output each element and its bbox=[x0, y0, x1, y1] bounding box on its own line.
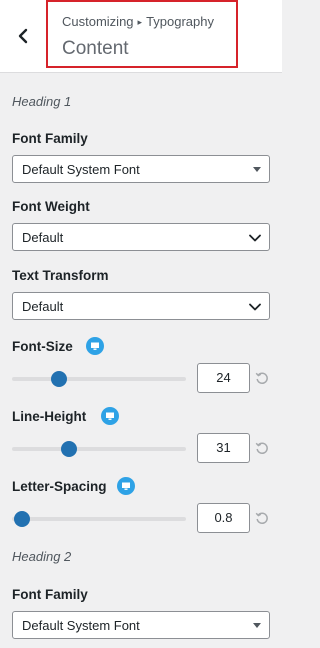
reset-icon[interactable] bbox=[254, 440, 270, 456]
h2-font-family-select[interactable]: Default System Font bbox=[12, 611, 270, 639]
breadcrumb-separator: ▸ bbox=[137, 17, 143, 27]
slider-thumb[interactable] bbox=[50, 371, 67, 387]
desktop-icon[interactable] bbox=[117, 477, 135, 495]
h1-letter-spacing-label: Letter-Spacing bbox=[12, 479, 107, 494]
dropdown-arrow-icon bbox=[253, 167, 261, 172]
h1-font-size-input[interactable]: 24 bbox=[197, 363, 250, 393]
chevron-down-icon bbox=[249, 234, 261, 242]
h1-letter-spacing-input[interactable]: 0.8 bbox=[197, 503, 250, 533]
customizer-header: Customizing ▸ Typography Content bbox=[0, 0, 282, 73]
back-button[interactable] bbox=[0, 0, 46, 72]
breadcrumb: Customizing ▸ Typography bbox=[62, 14, 214, 29]
h1-font-family-label: Font Family bbox=[12, 131, 88, 146]
h1-font-family-value: Default System Font bbox=[22, 162, 140, 177]
h1-font-size-slider[interactable] bbox=[12, 371, 186, 387]
breadcrumb-current: Typography bbox=[146, 14, 214, 29]
page-title: Content bbox=[62, 38, 129, 59]
dropdown-arrow-icon bbox=[253, 623, 261, 628]
h1-font-family-select[interactable]: Default System Font bbox=[12, 155, 270, 183]
h1-text-transform-label: Text Transform bbox=[12, 268, 109, 283]
reset-icon[interactable] bbox=[254, 370, 270, 386]
section-title-box: Customizing ▸ Typography Content bbox=[46, 0, 238, 68]
h1-line-height-input[interactable]: 31 bbox=[197, 433, 250, 463]
h1-text-transform-value: Default bbox=[22, 299, 64, 314]
slider-thumb[interactable] bbox=[14, 511, 31, 527]
h1-font-weight-label: Font Weight bbox=[12, 199, 90, 214]
h1-font-size-label: Font-Size bbox=[12, 339, 73, 354]
h2-font-family-value: Default System Font bbox=[22, 618, 140, 633]
section-label-heading-2: Heading 2 bbox=[12, 549, 72, 564]
h1-font-weight-value: Default bbox=[22, 230, 64, 245]
chevron-left-icon bbox=[18, 28, 28, 44]
desktop-icon[interactable] bbox=[101, 407, 119, 425]
h1-font-weight-select[interactable]: Default bbox=[12, 223, 270, 251]
h1-line-height-label: Line-Height bbox=[12, 409, 87, 424]
h1-text-transform-select[interactable]: Default bbox=[12, 292, 270, 320]
h1-line-height-slider[interactable] bbox=[12, 441, 186, 457]
h2-font-family-label: Font Family bbox=[12, 587, 88, 602]
reset-icon[interactable] bbox=[254, 510, 270, 526]
breadcrumb-parent: Customizing bbox=[62, 14, 134, 29]
h1-letter-spacing-slider[interactable] bbox=[12, 511, 186, 527]
desktop-icon[interactable] bbox=[86, 337, 104, 355]
section-label-heading-1: Heading 1 bbox=[12, 94, 72, 109]
slider-thumb[interactable] bbox=[61, 441, 78, 457]
chevron-down-icon bbox=[249, 303, 261, 311]
